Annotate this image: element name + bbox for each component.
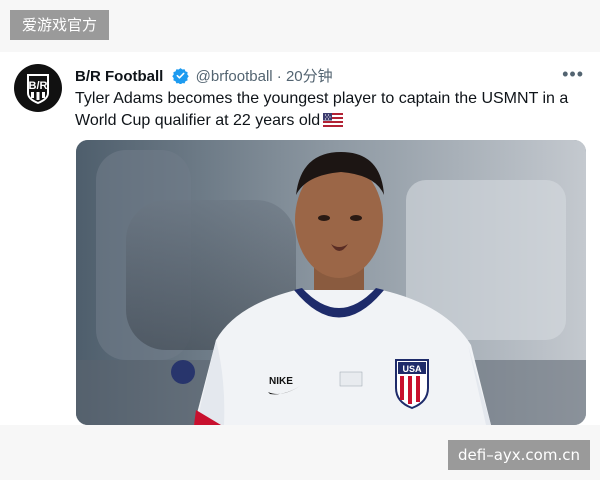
site-tag[interactable]: 爱游戏官方 [10, 10, 110, 40]
crest-text: USA [402, 364, 422, 374]
us-flag-icon [323, 113, 344, 127]
separator-dot: · [276, 68, 282, 85]
more-options-icon[interactable]: ••• [562, 64, 584, 85]
avatar[interactable]: B/R [14, 64, 62, 112]
tweet-body: Tyler Adams becomes the youngest player … [75, 90, 569, 129]
page: 爱游戏官方 B/R B/R Football @brfootball · 20分… [0, 0, 600, 480]
photo-player-illustration: USA NIKE [76, 140, 586, 425]
jersey-brand: NIKE [269, 376, 293, 387]
tweet-photo[interactable]: USA NIKE [76, 140, 586, 425]
top-band: 爱游戏官方 [0, 0, 600, 52]
author-handle[interactable]: @brfootball [196, 68, 273, 85]
verified-badge-icon [171, 68, 189, 84]
avatar-text: B/R [29, 80, 48, 92]
tweet-header: B/R Football @brfootball · 20分钟 [75, 65, 333, 86]
br-logo-icon: B/R [15, 65, 61, 111]
tweet-card[interactable]: B/R B/R Football @brfootball · 20分钟 ••• … [0, 52, 600, 425]
author-name[interactable]: B/R Football [75, 68, 163, 85]
tweet-text: Tyler Adams becomes the youngest player … [75, 88, 590, 132]
tweet-time[interactable]: 20分钟 [286, 68, 333, 85]
watermark: defi–ayx.com.cn [448, 440, 590, 470]
